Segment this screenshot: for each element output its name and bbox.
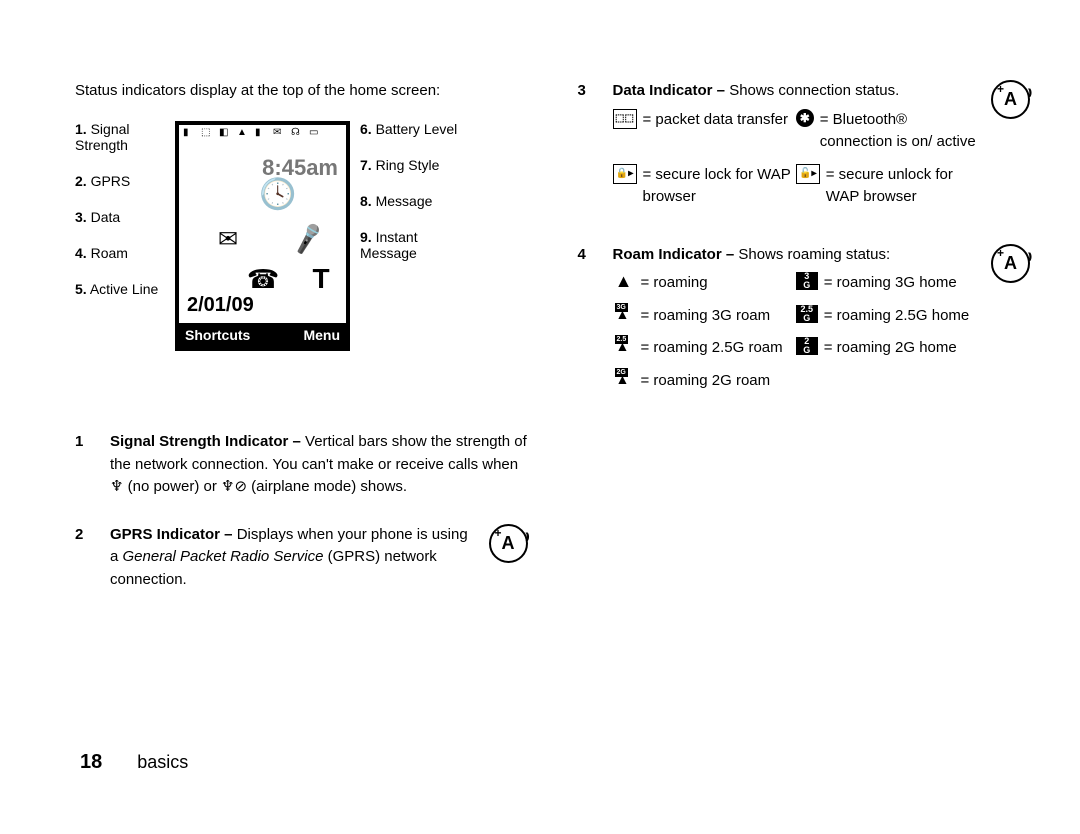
phone-screen: ▮⬚◧▲▮✉☊▭ 8:45am 🕓 ✉ 🎤 ☎ T 2/01/09 Shortc… (175, 121, 350, 351)
roam-2g-home-icon: 2G (796, 337, 818, 355)
item-1: 1 Signal Strength Indicator – Vertical b… (75, 431, 528, 499)
left-callouts: 1. Signal Strength 2. GPRS 3. Data 4. Ro… (75, 121, 175, 317)
mail-icon: ✉ (214, 225, 242, 253)
intro-text: Status indicators display at the top of … (75, 80, 528, 101)
packet-data-icon: ⬚⬚ (613, 109, 637, 129)
bluetooth-icon: ✱ (796, 109, 814, 127)
accessibility-icon: A (991, 244, 1030, 283)
right-callouts: 6. Battery Level 7. Ring Style 8. Messag… (360, 121, 460, 281)
secure-unlock-icon: 🔓▸ (796, 164, 820, 184)
roam-25g-home-icon: 2.5G (796, 305, 818, 323)
call-icon: ☎ (249, 265, 277, 293)
roam-25g-roam-icon: 2.5▲ (613, 337, 635, 357)
accessibility-icon: A (489, 524, 528, 563)
page-number: 18 (80, 751, 102, 773)
secure-lock-icon: 🔒▸ (613, 164, 637, 184)
phone-diagram: 1. Signal Strength 2. GPRS 3. Data 4. Ro… (75, 121, 528, 411)
roam-3g-roam-icon: 3G▲ (613, 305, 635, 325)
item-3: 3 Data Indicator – Shows connection stat… (578, 80, 1031, 219)
antenna-icon: ♆ (110, 479, 123, 495)
phone-date: 2/01/09 (187, 294, 254, 317)
mic-icon: 🎤 (291, 222, 325, 256)
right-column: 3 Data Indicator – Shows connection stat… (578, 80, 1031, 616)
roam-2g-roam-icon: 2G▲ (613, 370, 635, 390)
softkeys: Shortcuts Menu (179, 323, 346, 347)
left-column: Status indicators display at the top of … (75, 80, 528, 616)
roam-icon: ▲ (613, 272, 635, 290)
right-softkey: Menu (303, 327, 340, 343)
left-softkey: Shortcuts (185, 327, 250, 343)
antenna-off-icon: ♆⊘ (221, 479, 247, 495)
status-bar: ▮⬚◧▲▮✉☊▭ (179, 125, 346, 144)
roam-3g-home-icon: 3G (796, 272, 818, 290)
page-footer: 18 basics (80, 751, 188, 774)
item-2: 2 GPRS Indicator – Displays when your ph… (75, 524, 528, 592)
clock-icon: 🕓 (264, 180, 292, 208)
section-name: basics (137, 752, 188, 772)
accessibility-icon: A (991, 80, 1030, 119)
t-icon: T (307, 265, 335, 293)
item-4: 4 Roam Indicator – Shows roaming status:… (578, 244, 1031, 403)
